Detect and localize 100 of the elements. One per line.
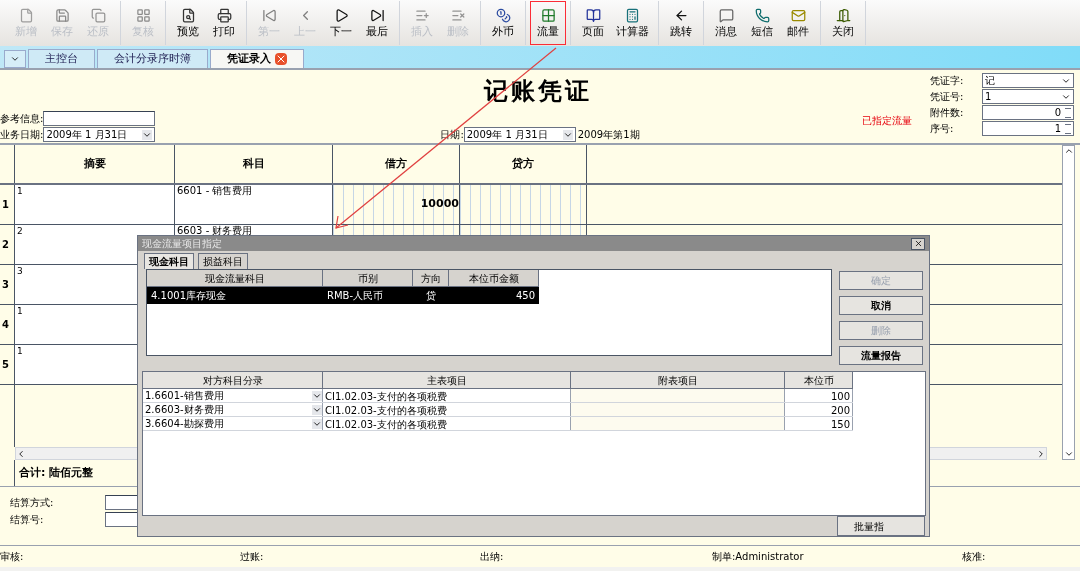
toolbar-button[interactable]: 跳转: [663, 1, 699, 45]
caret-icon: [562, 129, 573, 140]
field-label: 凭证字:: [930, 74, 965, 88]
door-icon: [835, 7, 851, 23]
column-header: 本位币: [785, 372, 853, 389]
table-cell: 100: [785, 389, 853, 402]
toolbar-button[interactable]: 下一: [323, 1, 359, 45]
tab[interactable]: 损益科目: [198, 253, 248, 269]
tab[interactable]: 现金科目: [144, 253, 194, 269]
table-cell-text: 贷: [425, 289, 437, 303]
next-icon: [333, 7, 349, 23]
coins-icon: [495, 7, 511, 23]
dialog-button[interactable]: 取消: [839, 296, 923, 315]
scroll-right-icon[interactable]: [1036, 448, 1046, 459]
phone-icon: [754, 7, 770, 23]
dropdown-cell[interactable]: 2.6603-财务费用: [143, 403, 323, 416]
scroll-up-icon[interactable]: [1063, 146, 1074, 156]
caret-icon: [142, 129, 153, 140]
tab[interactable]: 会计分录序时簿: [97, 49, 208, 68]
toolbar-button[interactable]: 关闭: [825, 1, 861, 45]
calculator-icon: [625, 7, 640, 23]
status-text: 过账:: [240, 550, 265, 564]
status-text: 核准:: [962, 550, 987, 564]
date-field[interactable]: 2009年 1 月31日: [463, 127, 576, 142]
column-header: 摘要: [15, 145, 175, 183]
caret-icon: [312, 418, 322, 429]
column-header: 贷方: [460, 145, 587, 183]
caret-icon: [312, 404, 322, 415]
printer-icon: [216, 7, 232, 23]
dropdown-field[interactable]: 1: [982, 89, 1074, 104]
table-cell-text: 6603 - 财务费用: [176, 225, 254, 237]
business-date-field[interactable]: 2009年 1 月31日: [43, 127, 156, 142]
period-label: 2009年第1期: [577, 128, 640, 142]
dialog-button[interactable]: 流量报告: [839, 346, 923, 365]
field-label: 附件数:: [930, 106, 965, 120]
scroll-left-icon[interactable]: [16, 448, 26, 459]
vertical-scrollbar[interactable]: [1062, 145, 1075, 460]
total-label: 合计: 陆佰元整: [18, 464, 94, 481]
toolbar-button[interactable]: 预览: [170, 1, 206, 45]
column-header: 主表项目: [323, 372, 571, 389]
grid-icon: [540, 7, 556, 23]
table-cell-text: 6601 - 销售费用: [176, 185, 254, 197]
toolbar-button[interactable]: 邮件: [780, 1, 816, 45]
scroll-down-icon[interactable]: [1063, 449, 1074, 459]
reference-label: 参考信息:: [0, 112, 44, 126]
date-label: 日期:: [440, 128, 464, 142]
tab[interactable]: 主控台: [28, 49, 95, 68]
insert-row-icon: [414, 7, 430, 23]
close-icon[interactable]: [275, 53, 287, 65]
table-row[interactable]: 4.1001库存现金 RMB-人民币 贷 450: [147, 287, 539, 304]
field-label: 凭证号:: [930, 90, 965, 104]
toolbar-button[interactable]: 最后: [359, 1, 395, 45]
field-label: 序号:: [930, 122, 955, 136]
column-header: 对方科目分录: [143, 372, 323, 389]
spinner-icon: [1065, 107, 1071, 118]
table-cell-text: RMB-人民币: [326, 289, 385, 303]
dropdown-cell[interactable]: 3.6604-勘探费用: [143, 417, 323, 430]
spinner-icon: [1065, 123, 1071, 134]
last-icon: [369, 7, 385, 23]
delete-row-icon: [450, 7, 466, 23]
toolbar-button[interactable]: 短信: [744, 1, 780, 45]
column-header: 借方: [333, 145, 460, 183]
toolbar-button[interactable]: 计算器: [611, 1, 654, 45]
first-icon: [261, 7, 277, 23]
arrow-left-icon: [673, 7, 689, 23]
dropdown-cell[interactable]: 1.6601-销售费用: [143, 389, 323, 402]
status-text: 审核:: [0, 550, 25, 564]
number-field[interactable]: 1: [982, 121, 1074, 136]
amount-value: 10000: [420, 196, 459, 213]
settlement-method-label: 结算方式:: [10, 496, 55, 510]
tab[interactable]: 凭证录入: [210, 49, 304, 68]
toolbar-button[interactable]: 打印: [206, 1, 242, 45]
close-button[interactable]: [911, 237, 925, 250]
copy-icon: [90, 7, 106, 23]
table-cell: 150: [785, 417, 853, 430]
grid-icon: [135, 7, 151, 23]
caret-icon: [312, 390, 322, 401]
number-field[interactable]: 0: [982, 105, 1074, 120]
status-text: 制单:Administrator: [712, 550, 805, 564]
toolbar-button[interactable]: 页面: [575, 1, 611, 45]
column-header: 科目: [175, 145, 333, 183]
save-icon: [54, 7, 70, 23]
toolbar-button[interactable]: 外币: [485, 1, 521, 45]
book-icon: [585, 7, 601, 23]
toolbar-button[interactable]: 流量: [530, 1, 566, 45]
status-text: 出纳:: [480, 550, 505, 564]
settlement-number-label: 结算号:: [10, 513, 45, 527]
flow-status: 已指定流量: [862, 115, 912, 126]
reference-field[interactable]: [43, 111, 156, 126]
business-date-label: 业务日期:: [0, 128, 44, 142]
table-cell: 200: [785, 403, 853, 416]
close-icon: [913, 239, 923, 248]
toolbar-button[interactable]: 消息: [708, 1, 744, 45]
preview-icon: [180, 7, 196, 23]
table-cell-text: 450: [514, 289, 536, 303]
dropdown-field[interactable]: 记: [982, 73, 1074, 88]
batch-button[interactable]: 批量指: [837, 516, 925, 536]
mail-icon: [790, 7, 806, 23]
caret-icon: [10, 54, 20, 64]
table-cell: 1: [15, 185, 175, 224]
